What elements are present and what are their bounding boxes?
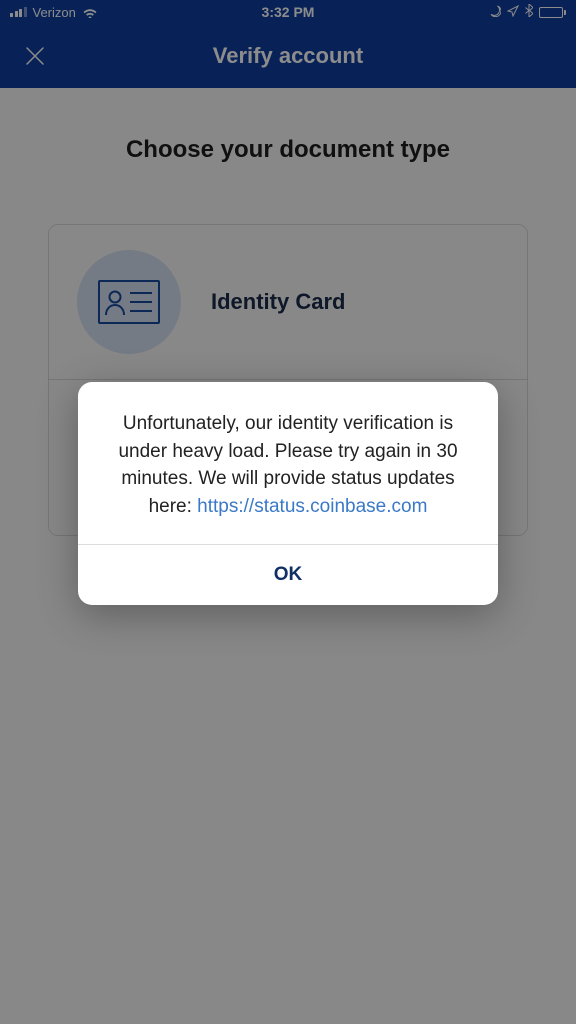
modal-overlay: Unfortunately, our identity verification… — [0, 0, 576, 1024]
alert-ok-button[interactable]: OK — [78, 545, 498, 605]
alert-dialog: Unfortunately, our identity verification… — [78, 382, 498, 605]
alert-message: Unfortunately, our identity verification… — [78, 382, 498, 544]
alert-actions: OK — [78, 544, 498, 605]
alert-status-link[interactable]: https://status.coinbase.com — [197, 496, 427, 517]
